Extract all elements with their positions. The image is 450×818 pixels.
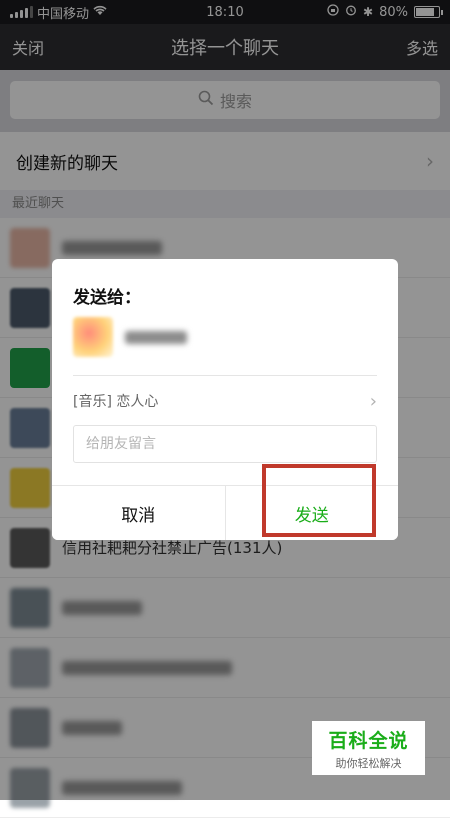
watermark-logo: 百科全说 助你轻松解决: [312, 721, 425, 775]
cancel-button[interactable]: 取消: [52, 486, 226, 540]
dialog-footer: 取消 发送: [52, 485, 398, 540]
message-input[interactable]: [73, 425, 377, 463]
recipient-avatar: [73, 317, 113, 357]
shared-music-item[interactable]: [音乐] 恋人心 ›: [73, 387, 377, 415]
recipient: [73, 317, 187, 357]
recipient-name-blurred: [125, 330, 187, 344]
send-button[interactable]: 发送: [225, 486, 398, 540]
divider: [73, 375, 377, 376]
send-to-dialog: 发送给： [音乐] 恋人心 › 取消 发送: [52, 259, 398, 540]
dialog-title: 发送给：: [73, 288, 141, 308]
shared-item-label: [音乐] 恋人心: [73, 394, 159, 410]
chevron-right-icon: ›: [369, 390, 377, 412]
watermark-title: 百科全说: [328, 729, 409, 752]
watermark-subtitle: 助你轻松解决: [335, 756, 402, 770]
